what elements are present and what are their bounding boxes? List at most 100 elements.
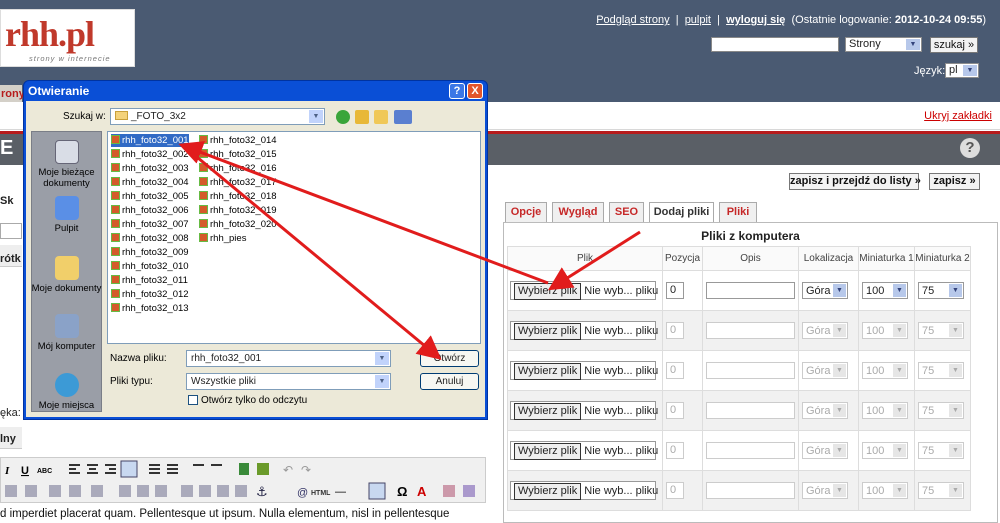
svg-text:Ω: Ω [397,484,407,499]
file-item[interactable]: rhh_foto32_017 [199,176,277,189]
file-item[interactable]: rhh_foto32_016 [199,162,277,175]
file-item[interactable]: rhh_foto32_003 [111,162,189,175]
choose-file-button[interactable]: Wybierz plik [514,483,582,500]
file-item[interactable]: rhh_foto32_012 [111,288,189,301]
up-folder-icon[interactable] [355,110,369,124]
open-button[interactable]: Otwórz [420,350,479,367]
language-select[interactable]: pl ▼ [945,63,979,78]
chevron-down-icon: ▼ [949,324,962,337]
tab-wyglad[interactable]: Wygląd [552,202,604,222]
svg-text:U: U [21,465,29,477]
file-input[interactable]: Wybierz plik Nie wyb... pliku [510,361,658,380]
tab-pliki[interactable]: Pliki [719,202,757,222]
column-header: Miniaturka 2 [914,246,971,271]
position-input[interactable]: 0 [666,282,684,299]
file-item[interactable]: rhh_foto32_018 [199,190,277,203]
desktop-link[interactable]: pulpit [685,14,711,26]
svg-text:I: I [4,465,10,477]
svg-text:—: — [335,486,346,498]
cancel-button[interactable]: Anuluj [420,373,479,390]
thumb1-select: 100 ▼ [862,442,908,459]
save-and-list-button[interactable]: zapisz i przejdź do listy » [789,173,921,190]
choose-file-button[interactable]: Wybierz plik [514,443,582,460]
chevron-down-icon: ▼ [963,65,977,76]
dialog-help-button[interactable]: ? [449,83,465,99]
hide-tabs-link[interactable]: Ukryj zakładki [924,110,992,122]
tab-seo[interactable]: SEO [609,202,644,222]
dialog-close-button[interactable]: X [467,83,483,99]
filename-input[interactable]: rhh_foto32_001 ▼ [186,350,391,367]
place-desktop[interactable]: Pulpit [31,196,102,234]
location-select: Góra ▼ [802,482,848,499]
save-button[interactable]: zapisz » [929,173,980,190]
description-input[interactable] [706,282,795,299]
back-icon[interactable] [336,110,350,124]
file-item[interactable]: rhh_foto32_015 [199,148,277,161]
tab-strony[interactable]: rony [0,85,25,103]
file-item[interactable]: rhh_pies [199,232,246,245]
editor-body-text[interactable]: d imperdiet placerat quam. Pellentesque … [0,508,500,520]
file-item[interactable]: rhh_foto32_009 [111,246,189,259]
file-input[interactable]: Wybierz plik Nie wyb... pliku [510,441,658,460]
place-network[interactable]: Moje miejsca [31,373,102,411]
place-my-documents[interactable]: Moje dokumenty [31,256,102,294]
file-input[interactable]: Wybierz plik Nie wyb... pliku [510,281,658,300]
file-item[interactable]: rhh_foto32_001 [111,134,189,147]
location-select: Góra ▼ [802,402,848,419]
search-input[interactable] [711,37,839,52]
svg-text:A: A [417,484,427,499]
file-item[interactable]: rhh_foto32_020 [199,218,277,231]
search-button[interactable]: szukaj » [930,37,978,53]
image-file-icon [199,177,208,186]
location-select[interactable]: Góra ▼ [802,282,848,299]
upload-title: Pliki z komputera [701,229,800,243]
chevron-down-icon: ▼ [833,364,846,377]
look-in-select[interactable]: _FOTO_3x2 ▼ [110,108,325,125]
choose-file-button[interactable]: Wybierz plik [514,403,582,420]
chevron-down-icon: ▼ [833,324,846,337]
help-icon[interactable]: ? [960,138,980,158]
desktop-icon [54,196,79,220]
left-input[interactable] [0,223,22,239]
choose-file-button[interactable]: Wybierz plik [514,363,582,380]
file-item[interactable]: rhh_foto32_014 [199,134,277,147]
place-my-computer[interactable]: Mój komputer [31,314,102,352]
last-login-value: 2012-10-24 09:55 [894,14,983,26]
file-item[interactable]: rhh_foto32_006 [111,204,189,217]
file-item[interactable]: rhh_foto32_010 [111,260,189,273]
file-item[interactable]: rhh_foto32_005 [111,190,189,203]
file-item[interactable]: rhh_foto32_008 [111,232,189,245]
filetype-select[interactable]: Wszystkie pliki ▼ [186,373,391,390]
filetype-label: Pliki typu: [110,376,153,387]
site-logo[interactable]: rhh.pl strony w internecie [0,9,135,67]
thumb2-select[interactable]: 75 ▼ [918,282,964,299]
thumb1-select[interactable]: 100 ▼ [862,282,908,299]
file-input[interactable]: Wybierz plik Nie wyb... pliku [510,401,658,420]
file-input[interactable]: Wybierz plik Nie wyb... pliku [510,321,658,340]
tab-dodaj-pliki[interactable]: Dodaj pliki [649,202,714,223]
choose-file-button[interactable]: Wybierz plik [514,323,582,340]
file-item[interactable]: rhh_foto32_004 [111,176,189,189]
search-scope-select[interactable]: Strony ▼ [845,37,922,52]
file-item[interactable]: rhh_foto32_011 [111,274,188,287]
file-input[interactable]: Wybierz plik Nie wyb... pliku [510,481,658,500]
new-folder-icon[interactable] [374,110,388,124]
tab-opcje[interactable]: Opcje [505,202,547,222]
my-computer-icon [54,314,79,338]
logout-link[interactable]: wyloguj się [726,14,785,26]
file-item[interactable]: rhh_foto32_007 [111,218,189,231]
description-input [706,402,795,419]
image-file-icon [199,233,208,242]
file-item[interactable]: rhh_foto32_013 [111,302,189,315]
column-header: Miniaturka 1 [858,246,915,271]
view-menu-icon[interactable] [394,110,412,124]
preview-link[interactable]: Podgląd strony [596,14,669,26]
choose-file-button[interactable]: Wybierz plik [514,283,582,300]
file-item[interactable]: rhh_foto32_002 [111,148,189,161]
editor-toolbar-icons[interactable]: I U ABC ↶ ↷ ⚓ @ HTML — Ω A [1,458,487,504]
readonly-label: Otwórz tylko do odczytu [201,395,308,406]
image-file-icon [111,247,120,256]
readonly-checkbox[interactable] [188,395,198,405]
place-recent[interactable]: Moje bieżące dokumenty [31,140,102,189]
file-item[interactable]: rhh_foto32_019 [199,204,277,217]
